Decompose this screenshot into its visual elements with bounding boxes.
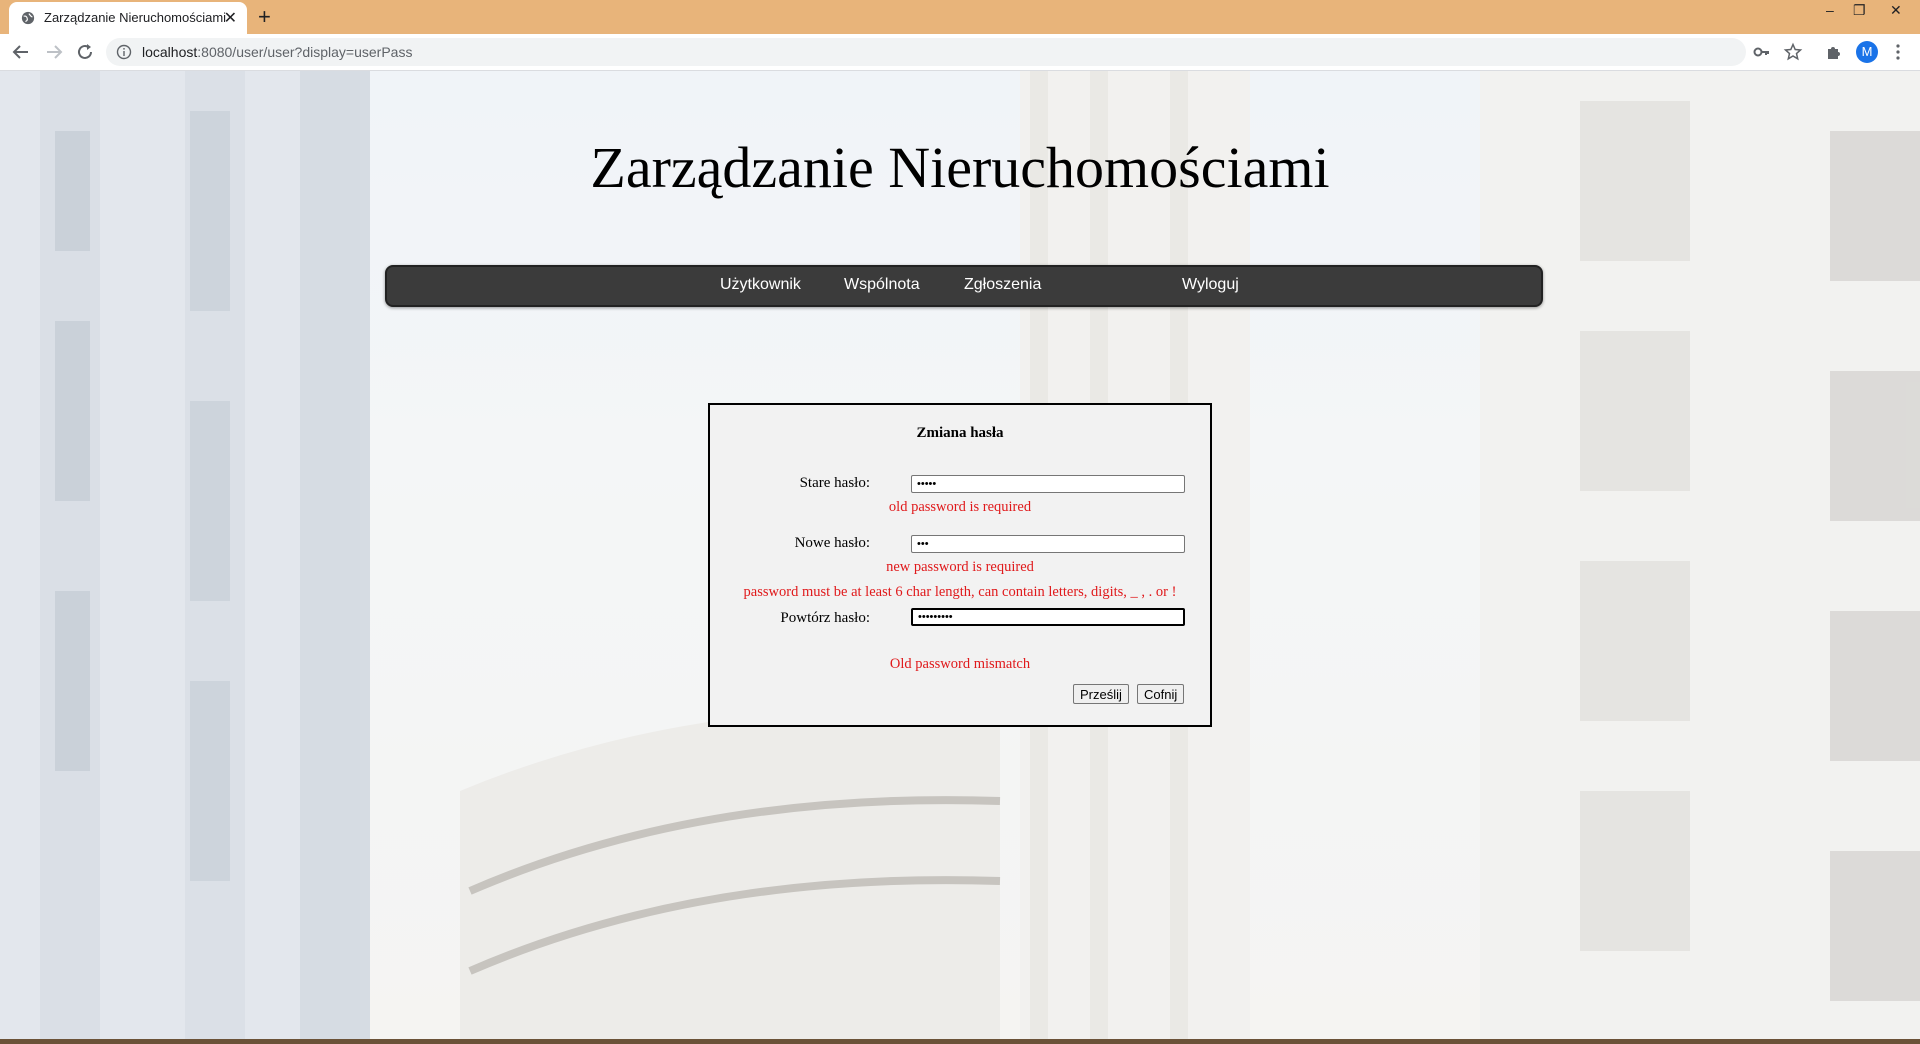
old-password-input[interactable] bbox=[911, 475, 1185, 493]
repeat-password-label: Powtórz hasło: bbox=[780, 610, 870, 626]
new-password-input[interactable] bbox=[911, 535, 1185, 553]
main-menu-bar: Użytkownik Wspólnota Zgłoszenia Wyloguj bbox=[385, 265, 1543, 307]
globe-icon bbox=[21, 11, 35, 25]
new-password-format-error: password must be at least 6 char length,… bbox=[743, 584, 1177, 600]
menu-item-wyloguj[interactable]: Wyloguj bbox=[1182, 276, 1239, 294]
back-arrow-icon[interactable] bbox=[10, 41, 32, 63]
bookmark-star-icon[interactable] bbox=[1783, 42, 1803, 62]
extensions-puzzle-icon[interactable] bbox=[1824, 42, 1844, 62]
menu-item-uzytkownik[interactable]: Użytkownik bbox=[720, 276, 801, 294]
page-viewport: Zarządzanie Nieruchomościami Użytkownik … bbox=[0, 71, 1920, 1044]
repeat-password-input[interactable] bbox=[911, 608, 1185, 626]
profile-avatar[interactable]: M bbox=[1856, 41, 1878, 63]
minimize-icon[interactable]: – bbox=[1826, 2, 1834, 18]
new-password-required-error: new password is required bbox=[886, 559, 1034, 575]
menu-dots-icon[interactable] bbox=[1888, 42, 1908, 62]
restore-icon[interactable]: ❐ bbox=[1853, 2, 1866, 19]
close-tab-icon[interactable]: ✕ bbox=[224, 8, 237, 28]
close-window-icon[interactable]: ✕ bbox=[1890, 2, 1902, 19]
password-mismatch-error: Old password mismatch bbox=[889, 656, 1031, 672]
new-password-label: Nowe hasło: bbox=[794, 535, 870, 551]
page-title: Zarządzanie Nieruchomościami bbox=[590, 135, 1330, 200]
change-password-form: Zmiana hasła Stare hasło: old password i… bbox=[708, 403, 1212, 727]
old-password-label: Stare hasło: bbox=[799, 475, 870, 491]
old-password-error: old password is required bbox=[888, 499, 1032, 515]
menu-item-wspolnota[interactable]: Wspólnota bbox=[844, 276, 920, 294]
new-tab-icon[interactable]: + bbox=[258, 4, 271, 30]
browser-tab-bar: Zarządzanie Nieruchomościami ✕ + – ❐ ✕ bbox=[0, 0, 1920, 34]
reload-icon[interactable] bbox=[74, 41, 96, 63]
info-icon[interactable] bbox=[116, 44, 132, 60]
forward-arrow-icon[interactable] bbox=[43, 41, 65, 63]
url-text: localhost:8080/user/user?display=userPas… bbox=[142, 44, 412, 60]
browser-toolbar: localhost:8080/user/user?display=userPas… bbox=[0, 34, 1920, 71]
back-button[interactable]: Cofnij bbox=[1137, 684, 1185, 704]
form-title: Zmiana hasła bbox=[916, 425, 1004, 441]
submit-button[interactable]: Prześlij bbox=[1073, 684, 1129, 704]
url-host: localhost bbox=[142, 44, 198, 60]
key-icon[interactable] bbox=[1752, 42, 1772, 62]
taskbar-strip bbox=[0, 1039, 1920, 1044]
address-bar[interactable]: localhost:8080/user/user?display=userPas… bbox=[106, 38, 1746, 66]
tab-title: Zarządzanie Nieruchomościami bbox=[44, 10, 227, 25]
menu-item-zgloszenia[interactable]: Zgłoszenia bbox=[964, 276, 1041, 294]
url-path: :8080/user/user?display=userPass bbox=[197, 44, 413, 60]
browser-tab[interactable]: Zarządzanie Nieruchomościami ✕ bbox=[9, 2, 247, 34]
